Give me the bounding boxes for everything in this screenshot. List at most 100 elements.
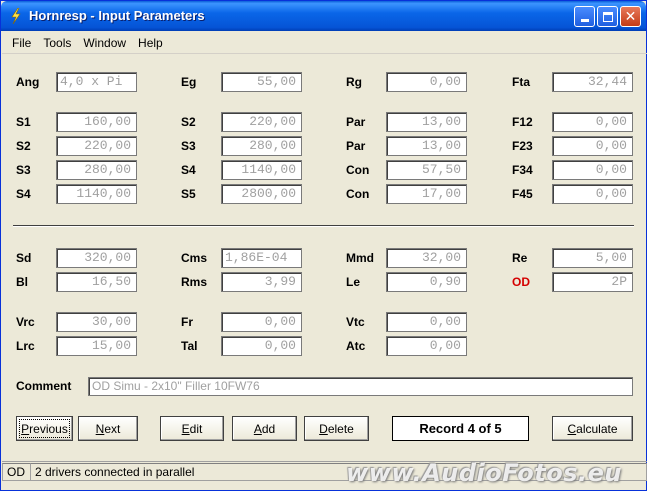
- field-f45[interactable]: 0,00: [552, 184, 633, 204]
- section-divider: [13, 225, 634, 227]
- delete-accel: D: [319, 421, 328, 436]
- field-ang[interactable]: 4,0 x Pi: [56, 72, 137, 92]
- label-re: Re: [512, 251, 528, 265]
- add-label: dd: [261, 421, 276, 436]
- field-con2[interactable]: 17,00: [386, 184, 467, 204]
- field-s2-seg2[interactable]: 220,00: [56, 136, 137, 156]
- label-f45: F45: [512, 187, 533, 201]
- label-le: Le: [346, 275, 361, 289]
- calculate-accel: C: [567, 421, 577, 436]
- label-con1: Con: [346, 163, 370, 177]
- label-con2: Con: [346, 187, 370, 201]
- field-s4-seg4[interactable]: 1140,00: [56, 184, 137, 204]
- field-re[interactable]: 5,00: [552, 248, 633, 268]
- field-sd[interactable]: 320,00: [56, 248, 137, 268]
- window: Hornresp - Input Parameters ✕ File Tools…: [0, 0, 647, 491]
- label-s4-seg4: S4: [16, 187, 31, 201]
- label-s2-seg2: S2: [16, 139, 31, 153]
- title-bar[interactable]: Hornresp - Input Parameters ✕: [1, 1, 646, 31]
- label-lrc: Lrc: [16, 339, 35, 353]
- calculate-button[interactable]: Calculate: [552, 416, 633, 441]
- previous-accel: P: [21, 421, 30, 436]
- previous-button[interactable]: Previous: [16, 416, 73, 441]
- field-le[interactable]: 0,90: [386, 272, 467, 292]
- label-par1: Par: [346, 115, 366, 129]
- field-s4[interactable]: 1140,00: [221, 160, 302, 180]
- field-par2[interactable]: 13,00: [386, 136, 467, 156]
- field-eg[interactable]: 55,00: [221, 72, 302, 92]
- field-od[interactable]: 2P: [552, 272, 633, 292]
- minimize-icon: [580, 19, 589, 22]
- delete-button[interactable]: Delete: [304, 416, 369, 441]
- label-ang: Ang: [16, 75, 40, 89]
- field-lrc[interactable]: 15,00: [56, 336, 137, 356]
- label-vtc: Vtc: [346, 315, 365, 329]
- field-fr[interactable]: 0,00: [221, 312, 302, 332]
- app-lightning-icon: [11, 8, 21, 24]
- label-f23: F23: [512, 139, 533, 153]
- field-fta[interactable]: 32,44: [552, 72, 633, 92]
- next-accel: N: [95, 421, 105, 436]
- close-button[interactable]: ✕: [620, 6, 641, 27]
- field-s1[interactable]: 160,00: [56, 112, 137, 132]
- field-s3[interactable]: 280,00: [221, 136, 302, 156]
- label-s5: S5: [181, 187, 196, 201]
- menu-file[interactable]: File: [6, 36, 37, 50]
- next-button[interactable]: Next: [78, 416, 138, 441]
- add-button[interactable]: Add: [232, 416, 297, 441]
- field-vtc[interactable]: 0,00: [386, 312, 467, 332]
- label-fta: Fta: [512, 75, 530, 89]
- field-s3-seg3[interactable]: 280,00: [56, 160, 137, 180]
- previous-label: revious: [29, 421, 68, 436]
- label-s3: S3: [181, 139, 196, 153]
- label-par2: Par: [346, 139, 366, 153]
- comment-field[interactable]: OD Simu - 2x10" Filler 10FW76: [88, 377, 633, 396]
- field-par1[interactable]: 13,00: [386, 112, 467, 132]
- field-mmd[interactable]: 32,00: [386, 248, 467, 268]
- delete-label: elete: [327, 421, 354, 436]
- label-s4: S4: [181, 163, 196, 177]
- menu-help[interactable]: Help: [132, 36, 169, 50]
- menu-window[interactable]: Window: [77, 36, 132, 50]
- status-code: OD: [2, 462, 31, 481]
- field-cms[interactable]: 1,86E-04: [221, 248, 302, 268]
- label-sd: Sd: [16, 251, 32, 265]
- field-f23[interactable]: 0,00: [552, 136, 633, 156]
- label-od: OD: [512, 275, 530, 289]
- field-s2[interactable]: 220,00: [221, 112, 302, 132]
- comment-label: Comment: [16, 379, 72, 393]
- field-f34[interactable]: 0,00: [552, 160, 633, 180]
- field-atc[interactable]: 0,00: [386, 336, 467, 356]
- field-vrc[interactable]: 30,00: [56, 312, 137, 332]
- field-f12[interactable]: 0,00: [552, 112, 633, 132]
- calculate-label: alculate: [576, 421, 618, 436]
- label-eg: Eg: [181, 75, 197, 89]
- minimize-button[interactable]: [574, 6, 595, 27]
- field-con1[interactable]: 57,50: [386, 160, 467, 180]
- field-rg[interactable]: 0,00: [386, 72, 467, 92]
- field-tal[interactable]: 0,00: [221, 336, 302, 356]
- field-s5[interactable]: 2800,00: [221, 184, 302, 204]
- record-indicator: Record 4 of 5: [392, 416, 529, 441]
- maximize-button[interactable]: [597, 6, 618, 27]
- label-bl: Bl: [16, 275, 28, 289]
- window-title: Hornresp - Input Parameters: [29, 8, 205, 23]
- label-s3-seg3: S3: [16, 163, 31, 177]
- label-rms: Rms: [181, 275, 208, 289]
- label-rg: Rg: [346, 75, 362, 89]
- edit-accel: E: [181, 421, 190, 436]
- label-tal: Tal: [181, 339, 198, 353]
- add-accel: A: [253, 421, 262, 436]
- field-bl[interactable]: 16,50: [56, 272, 137, 292]
- edit-button[interactable]: Edit: [160, 416, 224, 441]
- label-f12: F12: [512, 115, 533, 129]
- field-rms[interactable]: 3,99: [221, 272, 302, 292]
- label-f34: F34: [512, 163, 533, 177]
- menu-tools[interactable]: Tools: [37, 36, 77, 50]
- label-atc: Atc: [346, 339, 366, 353]
- close-icon: ✕: [624, 8, 637, 25]
- label-vrc: Vrc: [16, 315, 35, 329]
- label-s1: S1: [16, 115, 31, 129]
- next-label: ext: [104, 421, 121, 436]
- watermark: www.AudioFotos.eu: [346, 459, 622, 487]
